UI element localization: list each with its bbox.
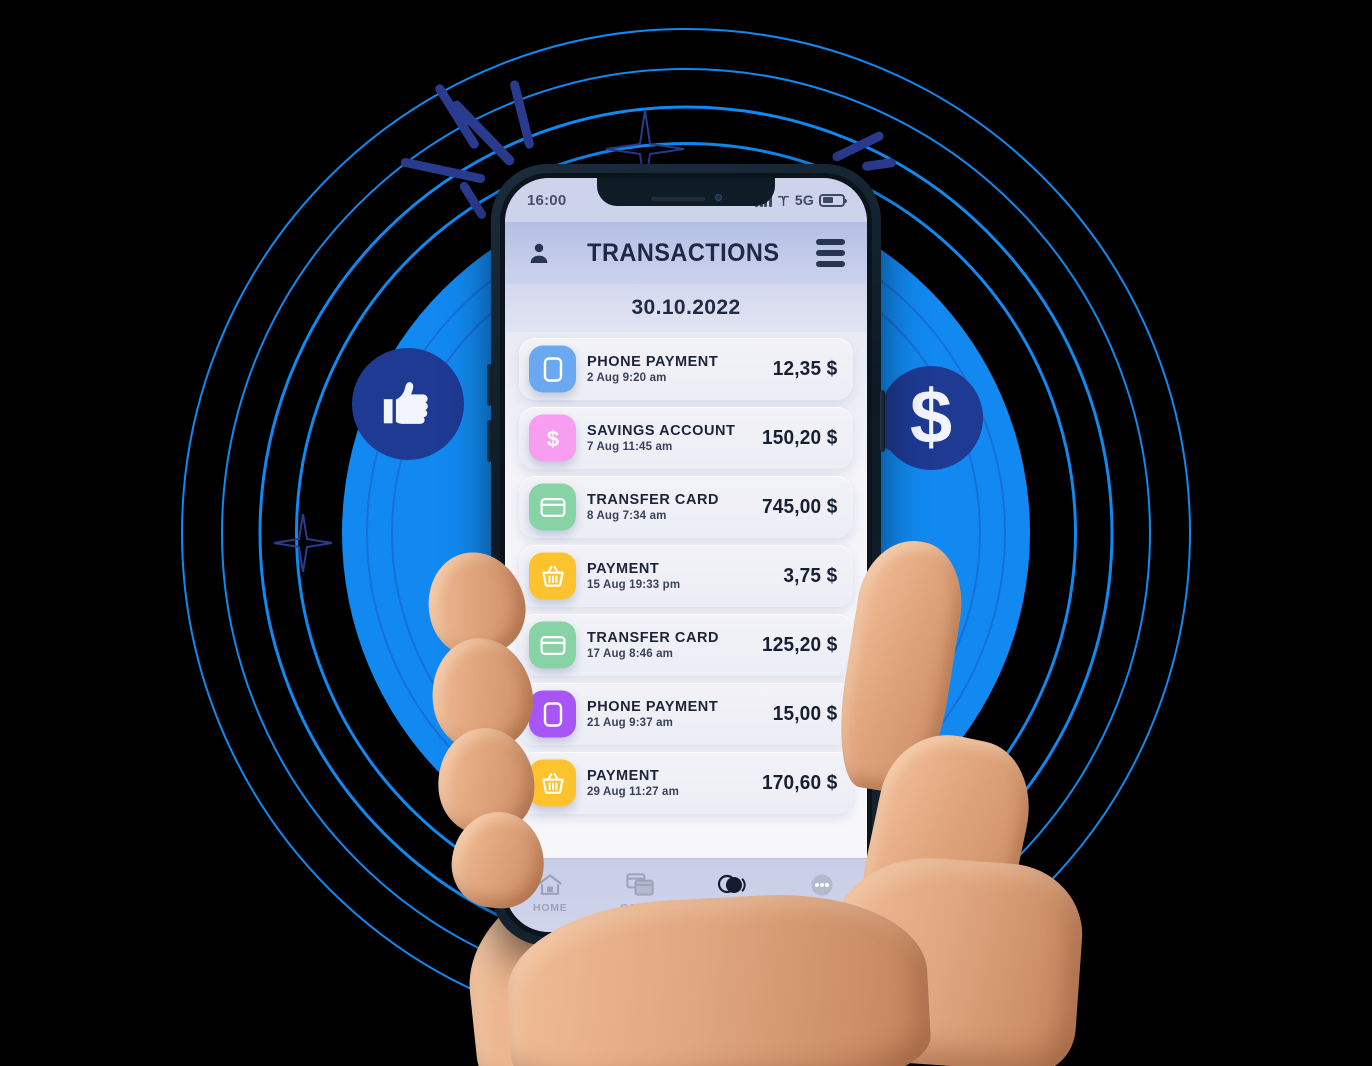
basket-icon (529, 759, 576, 807)
earpiece-speaker (650, 197, 705, 201)
phone-screen: 16:00 5G TRANSACTIONS 30.10.2022 PHONE P… (505, 178, 867, 932)
transaction-amount: 125,20 $ (761, 633, 838, 656)
transaction-datetime: 21 Aug 9:37 am (587, 717, 674, 729)
dollar-sign-icon: $ (529, 414, 576, 462)
table-row[interactable]: PAYMENT 15 Aug 19:33 pm 3,75 $ (519, 545, 853, 607)
transaction-info: PHONE PAYMENT 21 Aug 9:37 am (581, 699, 771, 729)
phone-icon (529, 690, 576, 738)
battery-icon (819, 193, 847, 207)
transaction-info: SAVINGS ACCOUNT 7 Aug 11:45 am (581, 423, 760, 453)
date-strip: 30.10.2022 (505, 284, 867, 332)
transaction-title: PHONE PAYMENT (587, 699, 719, 715)
payments-icon (716, 872, 746, 898)
table-row[interactable]: TRANSFER CARD 17 Aug 8:46 am 125,20 $ (519, 614, 853, 676)
transaction-title: SAVINGS ACCOUNT (587, 423, 736, 439)
credit-card-icon (529, 483, 576, 531)
transaction-list[interactable]: PHONE PAYMENT 2 Aug 9:20 am 12,35 $ $ SA… (505, 332, 867, 858)
page-title: TRANSACTIONS (587, 238, 780, 267)
volume-button[interactable] (487, 364, 492, 406)
transaction-info: PAYMENT 29 Aug 11:27 am (581, 768, 760, 798)
transaction-info: PHONE PAYMENT 2 Aug 9:20 am (581, 354, 771, 384)
notch (597, 178, 775, 206)
network-label: 5G (794, 192, 814, 208)
transaction-datetime: 8 Aug 7:34 am (587, 510, 667, 522)
transaction-title: TRANSFER CARD (587, 630, 720, 646)
hamburger-menu-icon[interactable] (815, 239, 845, 267)
cards-icon (626, 872, 656, 898)
status-bar: 16:00 5G (505, 178, 867, 222)
transaction-title: PAYMENT (587, 768, 660, 784)
transaction-title: PHONE PAYMENT (587, 354, 719, 370)
credit-card-icon (529, 621, 576, 669)
wifi-icon (777, 195, 790, 206)
transaction-amount: 15,00 $ (772, 702, 838, 725)
scene-root: $ 16:00 5G TRANSACTIONS 30.10.2022 PHONE… (0, 0, 1372, 1066)
phone-icon (529, 345, 576, 393)
transaction-title: PAYMENT (587, 561, 660, 577)
person-icon[interactable] (527, 240, 551, 266)
more-dots-icon (809, 872, 835, 898)
thumbs-up-icon (383, 382, 428, 424)
dollar-sign-icon: $ (909, 375, 953, 460)
transaction-amount: 3,75 $ (783, 564, 838, 587)
transaction-datetime: 17 Aug 8:46 am (587, 648, 674, 660)
smartphone: 16:00 5G TRANSACTIONS 30.10.2022 PHONE P… (487, 164, 885, 946)
transaction-info: TRANSFER CARD 8 Aug 7:34 am (581, 492, 760, 522)
transaction-amount: 170,60 $ (761, 771, 838, 794)
nav-label: HOME (533, 901, 568, 914)
volume-down-button[interactable] (487, 420, 492, 462)
table-row[interactable]: TRANSFER CARD 8 Aug 7:34 am 745,00 $ (519, 476, 853, 538)
dollar-bubble: $ (867, 366, 983, 470)
power-button[interactable] (880, 390, 885, 452)
thumbs-up-bubble (352, 348, 464, 469)
transaction-amount: 745,00 $ (761, 495, 838, 518)
front-camera-icon (714, 194, 722, 201)
svg-text:$: $ (546, 426, 558, 451)
transaction-amount: 12,35 $ (772, 357, 838, 380)
transaction-info: PAYMENT 15 Aug 19:33 pm (581, 561, 782, 591)
transaction-title: TRANSFER CARD (587, 492, 720, 508)
app-header: TRANSACTIONS (505, 222, 867, 284)
table-row[interactable]: $ SAVINGS ACCOUNT 7 Aug 11:45 am 150,20 … (519, 407, 853, 469)
transaction-datetime: 29 Aug 11:27 am (587, 786, 679, 798)
transaction-datetime: 7 Aug 11:45 am (587, 441, 673, 453)
transaction-datetime: 15 Aug 19:33 pm (587, 579, 681, 591)
basket-icon (529, 552, 576, 600)
transaction-datetime: 2 Aug 9:20 am (587, 372, 667, 384)
table-row[interactable]: PHONE PAYMENT 21 Aug 9:37 am 15,00 $ (519, 683, 853, 745)
transaction-info: TRANSFER CARD 17 Aug 8:46 am (581, 630, 760, 660)
transactions-date: 30.10.2022 (631, 296, 741, 319)
sparkle-small-icon (273, 513, 333, 573)
table-row[interactable]: PHONE PAYMENT 2 Aug 9:20 am 12,35 $ (519, 338, 853, 400)
phone-bezel: 16:00 5G TRANSACTIONS 30.10.2022 PHONE P… (500, 173, 872, 937)
transaction-amount: 150,20 $ (761, 426, 838, 449)
status-time: 16:00 (527, 191, 567, 209)
table-row[interactable]: PAYMENT 29 Aug 11:27 am 170,60 $ (519, 752, 853, 814)
